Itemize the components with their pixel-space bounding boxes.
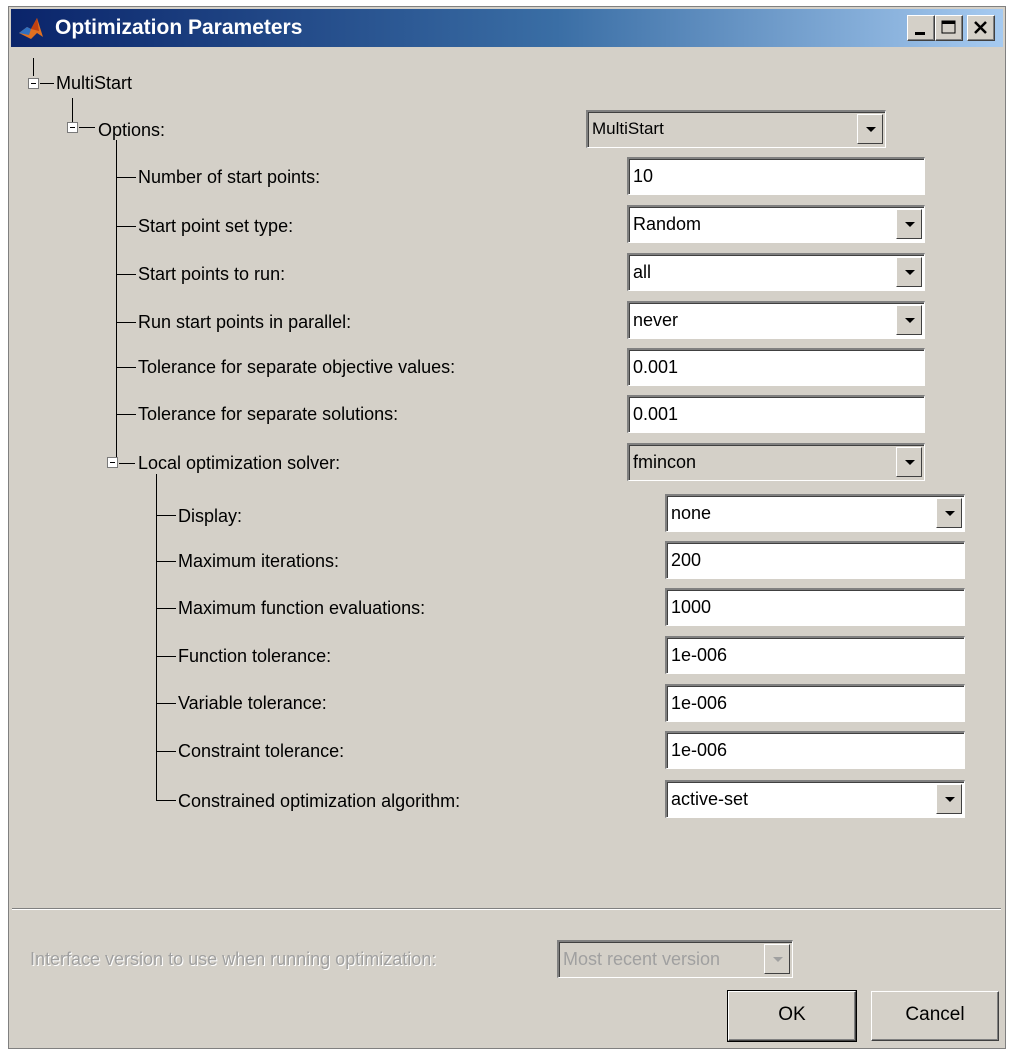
options-label: Options:: [98, 120, 166, 140]
options-solver-dropdown[interactable]: MultiStart: [586, 110, 886, 148]
tolerance-objective-values-input[interactable]: 0.001: [627, 348, 925, 386]
tree-line: [156, 515, 176, 516]
display-dropdown[interactable]: none: [665, 494, 965, 532]
local-label-display: Display:: [178, 506, 243, 526]
collapse-local-solver-toggle[interactable]: [107, 457, 118, 468]
chevron-down-icon[interactable]: [764, 944, 790, 974]
tree-line: [79, 127, 95, 128]
field-value: 0.001: [633, 404, 679, 424]
start-point-set-type-dropdown[interactable]: Random: [627, 205, 925, 243]
panel-separator: [12, 908, 1001, 910]
field-value: 10: [633, 166, 654, 186]
tree-line: [116, 177, 136, 178]
tree-line: [116, 274, 136, 275]
minimize-icon: [915, 32, 925, 35]
option-label-tolerance-objective: Tolerance for separate objective values:: [138, 357, 456, 377]
matlab-icon: [19, 18, 43, 39]
number-of-start-points-input[interactable]: 10: [627, 157, 925, 195]
maximum-function-evaluations-input[interactable]: 1000: [665, 588, 965, 626]
local-label-max-function-evals: Maximum function evaluations:: [178, 598, 426, 618]
collapse-options-toggle[interactable]: [67, 122, 78, 133]
field-value: all: [633, 262, 652, 282]
chevron-down-icon[interactable]: [936, 498, 962, 528]
field-value: active-set: [671, 789, 749, 809]
options-solver-value: MultiStart: [592, 119, 664, 138]
field-value: 1e-006: [671, 740, 728, 760]
field-value: 1e-006: [671, 693, 728, 713]
minimize-button[interactable]: [907, 15, 935, 41]
tree-line: [119, 463, 135, 464]
tree-line: [156, 561, 176, 562]
window-title: Optimization Parameters: [55, 16, 303, 39]
start-points-to-run-dropdown[interactable]: all: [627, 253, 925, 291]
tree-line: [33, 58, 34, 76]
tree-line: [116, 414, 136, 415]
variable-tolerance-input[interactable]: 1e-006: [665, 684, 965, 722]
field-value: Random: [633, 214, 702, 234]
tree-line: [72, 98, 73, 122]
run-start-points-parallel-dropdown[interactable]: never: [627, 301, 925, 339]
tree-root-multistart: MultiStart: [56, 73, 133, 93]
tree-line: [116, 140, 117, 458]
chevron-down-icon[interactable]: [896, 305, 922, 335]
field-value: 1e-006: [671, 645, 728, 665]
interface-version-label: Interface version to use when running op…: [30, 949, 437, 969]
function-tolerance-input[interactable]: 1e-006: [665, 636, 965, 674]
tree-line: [156, 800, 176, 801]
tree-line: [156, 703, 176, 704]
chevron-down-icon[interactable]: [936, 784, 962, 814]
option-label-start-points-to-run: Start points to run:: [138, 264, 286, 284]
local-label-function-tolerance: Function tolerance:: [178, 646, 332, 666]
local-label-max-iterations: Maximum iterations:: [178, 551, 340, 571]
ok-button[interactable]: OK: [727, 990, 857, 1042]
field-value: 1000: [671, 597, 712, 617]
option-label-tolerance-solutions: Tolerance for separate solutions:: [138, 404, 399, 424]
constraint-tolerance-input[interactable]: 1e-006: [665, 731, 965, 769]
tree-line: [116, 322, 136, 323]
maximize-button[interactable]: [935, 15, 963, 41]
chevron-down-icon[interactable]: [896, 447, 922, 477]
option-label-start-points: Number of start points:: [138, 167, 321, 187]
field-value: 0.001: [633, 357, 679, 377]
maximum-iterations-input[interactable]: 200: [665, 541, 965, 579]
field-value: never: [633, 310, 679, 330]
chevron-down-icon[interactable]: [857, 114, 883, 144]
collapse-multistart-toggle[interactable]: [28, 78, 39, 89]
constrained-algorithm-dropdown[interactable]: active-set: [665, 780, 965, 818]
field-value: 200: [671, 550, 702, 570]
local-solver-label: Local optimization solver:: [138, 453, 341, 473]
local-label-variable-tolerance: Variable tolerance:: [178, 693, 327, 713]
field-value: none: [671, 503, 712, 523]
option-label-start-point-set-type: Start point set type:: [138, 216, 294, 236]
option-label-run-parallel: Run start points in parallel:: [138, 312, 352, 332]
tree-line: [156, 608, 176, 609]
interface-version-dropdown[interactable]: Most recent version: [557, 940, 793, 978]
tree-line: [116, 226, 136, 227]
tree-line: [40, 83, 54, 84]
local-label-constraint-tolerance: Constraint tolerance:: [178, 741, 345, 761]
field-value: fmincon: [633, 452, 697, 472]
tree-line: [116, 367, 136, 368]
local-solver-dropdown[interactable]: fmincon: [627, 443, 925, 481]
tree-line: [156, 751, 176, 752]
chevron-down-icon[interactable]: [896, 209, 922, 239]
close-icon: [974, 21, 987, 34]
maximize-icon: [941, 20, 956, 34]
chevron-down-icon[interactable]: [896, 257, 922, 287]
close-button[interactable]: [967, 15, 995, 41]
field-value: Most recent version: [563, 949, 721, 969]
tree-line: [156, 656, 176, 657]
title-bar[interactable]: Optimization Parameters: [11, 9, 1003, 47]
tolerance-solutions-input[interactable]: 0.001: [627, 395, 925, 433]
local-label-constrained-algorithm: Constrained optimization algorithm:: [178, 791, 461, 811]
cancel-button[interactable]: Cancel: [871, 991, 999, 1041]
